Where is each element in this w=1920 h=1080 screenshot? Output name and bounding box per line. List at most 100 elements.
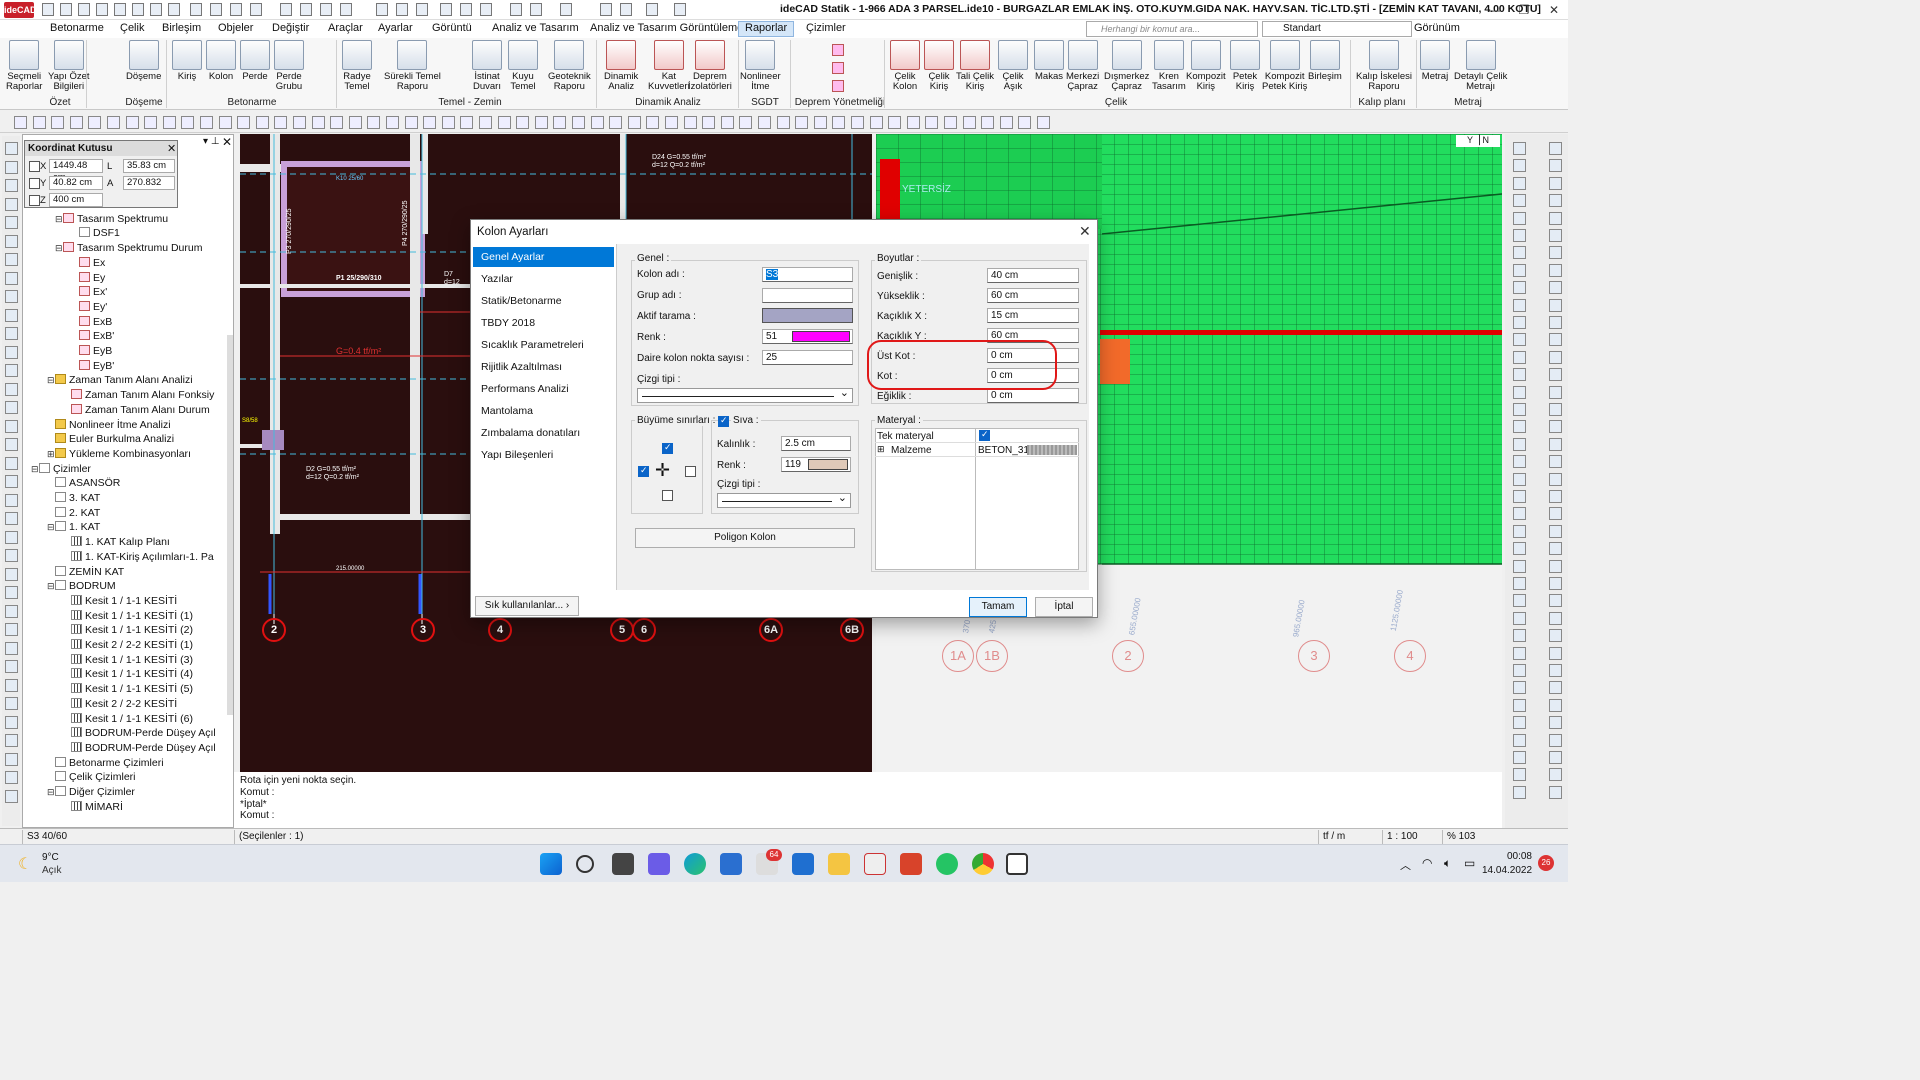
nonlineer-itme-button[interactable]: Nonlineer İtme: [740, 40, 781, 92]
tree-item[interactable]: DSF1: [71, 226, 120, 241]
tree-item[interactable]: Betonarme Çizimleri: [47, 756, 164, 771]
right-tool-icon[interactable]: [1549, 263, 1562, 277]
draw-tool-icon[interactable]: [627, 116, 641, 129]
status-scale[interactable]: 1 : 100: [1382, 830, 1442, 844]
clock-time[interactable]: 00:08: [1492, 851, 1532, 862]
dialog-nav-item[interactable]: Zımbalama donatıları: [473, 423, 614, 443]
menu-celik[interactable]: Çelik: [120, 22, 144, 34]
pdf-icon[interactable]: [674, 3, 686, 16]
draw-tool-icon[interactable]: [590, 116, 604, 129]
right-tool-icon[interactable]: [1513, 577, 1526, 590]
right-tool-icon[interactable]: [1549, 698, 1562, 712]
left-tool-icon[interactable]: [5, 697, 18, 710]
tree-expander-icon[interactable]: ⊟: [31, 462, 39, 476]
dialog-close-icon[interactable]: ✕: [1079, 223, 1091, 240]
table-icon[interactable]: [210, 3, 222, 16]
malzeme-expand-icon[interactable]: ⊞: [877, 444, 885, 455]
perde-grubu-button[interactable]: Perde Grubu: [274, 40, 304, 92]
draw-tool-icon[interactable]: [925, 116, 939, 129]
doseme-button[interactable]: Döşeme: [126, 40, 161, 82]
left-tool-icon[interactable]: [5, 234, 18, 248]
dialog-nav-item[interactable]: Statik/Betonarme: [473, 291, 614, 311]
deprem-chart-icon[interactable]: [832, 62, 844, 74]
tree-item[interactable]: Ex: [71, 256, 105, 271]
left-tool-icon[interactable]: [5, 549, 18, 562]
tree-expander-icon[interactable]: ⊟: [47, 520, 55, 534]
draw-tool-icon[interactable]: [348, 116, 362, 129]
left-tool-icon[interactable]: [5, 142, 18, 155]
yapi-ozet-button[interactable]: Yapı Özet Bilgileri: [48, 40, 90, 92]
seçmeli-raporlar-button[interactable]: Seçmeli Raporlar: [6, 40, 42, 92]
left-tool-icon[interactable]: [5, 530, 18, 544]
right-tool-icon[interactable]: [1549, 629, 1562, 643]
right-tool-icon[interactable]: [1513, 733, 1526, 747]
battery-icon[interactable]: ▭: [1464, 856, 1475, 870]
tree-item[interactable]: 1. KAT Kalıp Planı: [63, 535, 170, 550]
right-tool-icon[interactable]: [1549, 420, 1562, 434]
dialog-nav-item[interactable]: Sıcaklık Parametreleri: [473, 335, 614, 355]
new-file-icon[interactable]: [42, 3, 54, 16]
left-tool-icon[interactable]: [5, 382, 18, 396]
left-tool-icon[interactable]: [5, 160, 18, 174]
right-tool-icon[interactable]: [1513, 524, 1526, 538]
right-tool-icon[interactable]: [1513, 176, 1526, 190]
right-tool-icon[interactable]: [1513, 611, 1526, 625]
tree-item[interactable]: ⊟ Diğer Çizimler: [47, 785, 135, 800]
idecad-taskbar-icon[interactable]: [864, 853, 886, 875]
profile-select[interactable]: Standart: [1262, 21, 1412, 37]
render-icon[interactable]: [600, 3, 612, 16]
tree-expander-icon[interactable]: ⊟: [55, 212, 63, 226]
right-tool-icon[interactable]: [1513, 385, 1526, 399]
right-tool-icon[interactable]: [1513, 472, 1526, 486]
menu-analiz-tasarim[interactable]: Analiz ve Tasarım: [492, 22, 579, 34]
draw-tool-icon[interactable]: [906, 116, 920, 129]
menu-betonarme[interactable]: Betonarme: [50, 22, 104, 34]
petek-kiris-button[interactable]: Petek Kiriş: [1230, 40, 1260, 92]
draw-tool-icon[interactable]: [479, 116, 492, 129]
menu-degistir[interactable]: Değiştir: [272, 22, 309, 34]
status-zoom[interactable]: % 103: [1442, 830, 1502, 844]
x-lock-checkbox[interactable]: [29, 161, 40, 172]
right-tool-icon[interactable]: [1513, 333, 1526, 347]
menu-ayarlar[interactable]: Ayarlar: [378, 22, 413, 34]
right-tool-icon[interactable]: [1513, 664, 1526, 677]
dialog-nav-item[interactable]: Yazılar: [473, 269, 614, 289]
draw-tool-icon[interactable]: [237, 116, 251, 129]
start-icon[interactable]: [540, 853, 562, 875]
right-tool-icon[interactable]: [1549, 490, 1562, 503]
tree-item[interactable]: ⊟ Tasarım Spektrumu Durum: [55, 241, 202, 256]
tree-item[interactable]: MİMARİ: [63, 800, 123, 815]
right-tool-icon[interactable]: [1549, 333, 1562, 347]
left-tool-icon[interactable]: [5, 493, 18, 507]
tree-scrollbar[interactable]: [227, 335, 233, 715]
tree-item[interactable]: Kesit 1 / 1-1 KESİTİ (5): [63, 682, 193, 697]
kaciklik-x-input[interactable]: 15 cm: [987, 308, 1079, 323]
left-tool-icon[interactable]: [5, 401, 18, 414]
tree-item[interactable]: ExB': [71, 329, 114, 344]
tree-item[interactable]: EyB: [71, 344, 112, 359]
left-tool-icon[interactable]: [5, 419, 18, 433]
tree-item[interactable]: ⊟ 1. KAT: [47, 520, 100, 535]
y-field[interactable]: 40.82 cm: [49, 176, 103, 190]
draw-tool-icon[interactable]: [330, 116, 344, 129]
egiklik-input[interactable]: 0 cm: [987, 388, 1079, 403]
cizgi-tipi-select[interactable]: [637, 386, 853, 403]
arrow-icon[interactable]: [376, 3, 388, 16]
right-tool-icon[interactable]: [1549, 194, 1562, 208]
celik-kolon-button[interactable]: Çelik Kolon: [890, 40, 920, 92]
select-icon[interactable]: [300, 3, 312, 16]
line-icon[interactable]: [510, 3, 522, 16]
surekli-temel-button[interactable]: Sürekli Temel Raporu: [384, 40, 441, 92]
left-tool-icon[interactable]: [5, 271, 18, 285]
measure-icon[interactable]: [416, 3, 428, 16]
tree-item[interactable]: Zaman Tanım Alanı Durum: [63, 403, 210, 418]
left-tool-icon[interactable]: [5, 789, 18, 803]
right-tool-icon[interactable]: [1549, 159, 1562, 173]
tree-item[interactable]: ZEMİN KAT: [47, 565, 124, 580]
tree-item[interactable]: ⊟ BODRUM: [47, 579, 116, 594]
genislik-input[interactable]: 40 cm: [987, 268, 1079, 283]
iptal-button[interactable]: İptal: [1035, 597, 1093, 617]
brush-icon[interactable]: [460, 3, 472, 16]
right-tool-icon[interactable]: [1513, 263, 1526, 277]
right-tool-icon[interactable]: [1549, 246, 1562, 260]
